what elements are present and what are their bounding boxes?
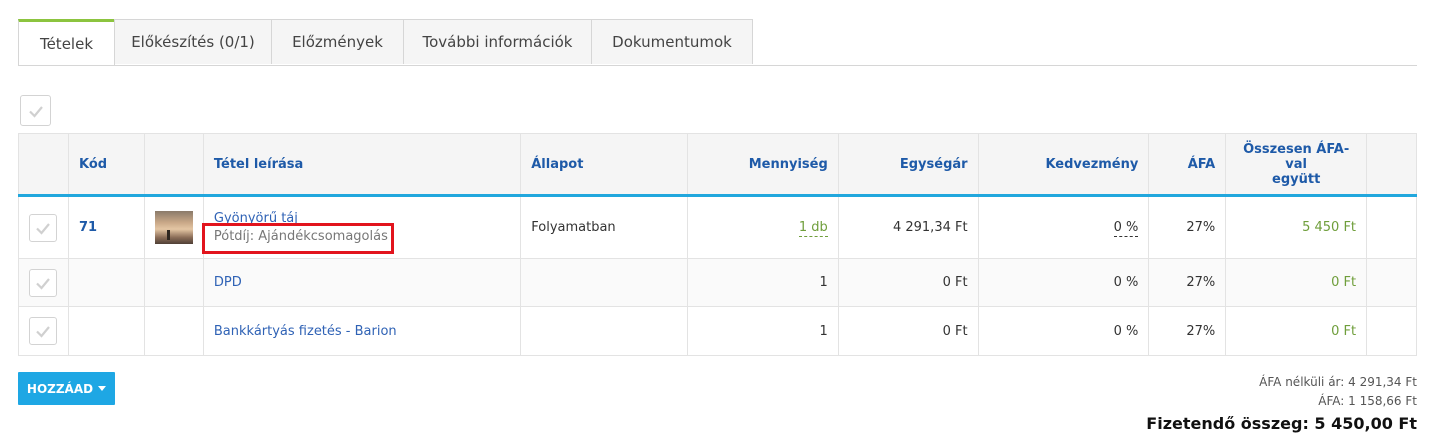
row-checkbox[interactable] [29, 317, 57, 345]
row-code [67, 258, 145, 307]
header-actions-cell [1366, 133, 1417, 197]
total-vat: ÁFA: 1 158,66 Ft [1318, 394, 1417, 408]
row-code [67, 306, 145, 356]
total-grand: Fizetendő összeg: 5 450,00 Ft [1146, 414, 1417, 433]
row-thumbnail-cell [143, 306, 204, 356]
row-vat: 27% [1148, 258, 1227, 307]
row-actions-cell [1366, 195, 1417, 259]
header-discount: Kedvezmény [977, 133, 1150, 197]
row-vat: 27% [1148, 306, 1227, 356]
header-total: Összesen ÁFA-val együtt [1225, 133, 1368, 197]
add-button-label: HOZZÁAD [26, 381, 94, 396]
header-quantity: Mennyiség [686, 133, 839, 197]
row-status [520, 258, 688, 307]
header-code: Kód [67, 133, 145, 197]
item-description-link[interactable]: DPD [202, 258, 522, 307]
quantity-editable[interactable]: 1 db [798, 220, 828, 237]
item-description-link[interactable]: Gyönyörű táj [214, 211, 510, 226]
header-checkbox-cell [18, 133, 69, 197]
item-description-link[interactable]: Bankkártyás fizetés - Barion [202, 306, 522, 356]
row-quantity: 1 [686, 258, 839, 307]
row-checkbox[interactable] [29, 213, 57, 242]
header-vat: ÁFA [1148, 133, 1227, 197]
check-icon [36, 222, 50, 235]
header-unit-price: Egységár [837, 133, 979, 197]
item-surcharge: Pótdíj: Ajándékcsomagolás [213, 229, 388, 244]
row-status [520, 306, 688, 356]
row-actions-cell [1366, 306, 1417, 356]
row-vat: 27% [1148, 195, 1227, 259]
discount-editable[interactable]: 0 % [1113, 220, 1139, 237]
tab-bar: Tételek Előkészítés (0/1) Előzmények Tov… [18, 19, 1417, 66]
tab-dokumentumok[interactable]: Dokumentumok [591, 19, 753, 64]
row-unit-price: 4 291,34 Ft [837, 195, 979, 259]
caret-down-icon [98, 386, 107, 391]
row-checkbox-cell [18, 306, 69, 356]
header-description: Tétel leírása [202, 133, 522, 197]
product-thumbnail [154, 211, 193, 244]
row-code[interactable]: 71 [67, 195, 145, 259]
total-net: ÁFA nélküli ár: 4 291,34 Ft [1259, 375, 1417, 389]
row-thumbnail-cell [143, 258, 204, 307]
row-description-cell: Gyönyörű táj Pótdíj: Ajándékcsomagolás [202, 195, 522, 259]
row-unit-price: 0 Ft [837, 258, 979, 307]
tab-tetelek[interactable]: Tételek [18, 19, 115, 65]
row-checkbox[interactable] [29, 268, 57, 297]
header-thumbnail-cell [143, 133, 204, 197]
header-status: Állapot [520, 133, 688, 197]
header-total-line2: együtt [1272, 171, 1321, 187]
row-checkbox-cell [18, 195, 69, 259]
table-row: 71 Gyönyörű táj Pótdíj: Ajándékcsomagolá… [18, 195, 1417, 259]
row-thumbnail-cell [143, 195, 204, 259]
row-discount: 0 % [977, 306, 1150, 356]
row-unit-price: 0 Ft [837, 306, 979, 356]
row-quantity-cell: 1 db [686, 195, 839, 259]
totals-summary: ÁFA nélküli ár: 4 291,34 Ft ÁFA: 1 158,6… [1146, 373, 1417, 435]
row-status: Folyamatban [520, 195, 688, 259]
table-row: Bankkártyás fizetés - Barion 1 0 Ft 0 % … [18, 306, 1417, 356]
header-total-line1: Összesen ÁFA-val [1243, 141, 1350, 172]
select-all-checkbox[interactable] [20, 95, 51, 126]
row-checkbox-cell [18, 258, 69, 307]
check-icon [36, 277, 50, 290]
items-table: Kód Tétel leírása Állapot Mennyiség Egys… [18, 133, 1417, 356]
check-icon [28, 105, 43, 118]
row-quantity: 1 [686, 306, 839, 356]
add-button[interactable]: HOZZÁAD [18, 372, 115, 405]
table-row: DPD 1 0 Ft 0 % 27% 0 Ft [18, 258, 1417, 307]
row-total: 5 450 Ft [1225, 195, 1368, 259]
check-icon [36, 326, 50, 338]
row-discount: 0 % [977, 258, 1150, 307]
row-actions-cell [1366, 258, 1417, 307]
row-total: 0 Ft [1225, 306, 1368, 356]
row-discount-cell: 0 % [977, 195, 1150, 259]
tab-elozmenyek[interactable]: Előzmények [271, 19, 404, 64]
row-total: 0 Ft [1225, 258, 1368, 307]
table-header-row: Kód Tétel leírása Állapot Mennyiség Egys… [18, 133, 1417, 197]
tab-tovabbi-informaciok[interactable]: További információk [403, 19, 592, 64]
tab-elokeszites[interactable]: Előkészítés (0/1) [114, 19, 272, 64]
